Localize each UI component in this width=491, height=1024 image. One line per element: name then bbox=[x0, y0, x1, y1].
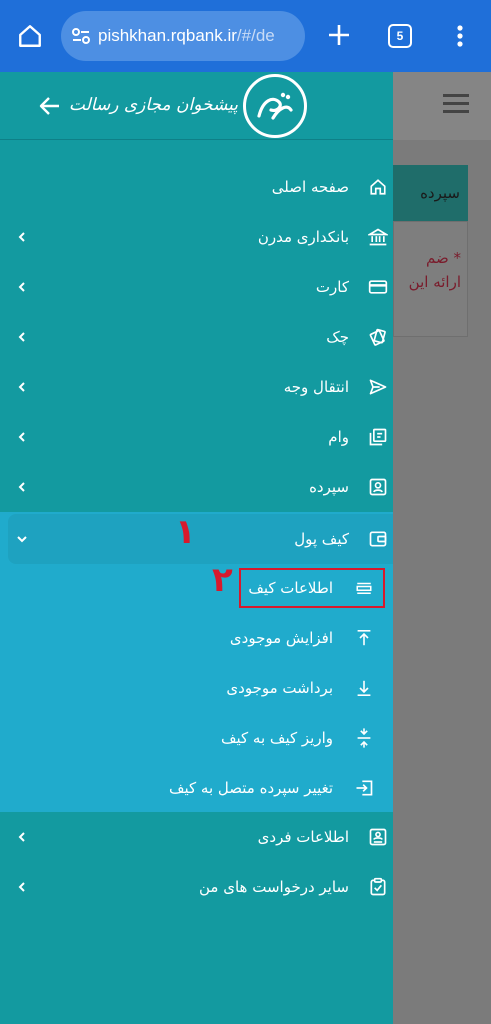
home-icon bbox=[366, 175, 390, 199]
background-note-line1: * ضم bbox=[426, 249, 461, 267]
chevron-left-icon bbox=[12, 327, 32, 347]
menu-item-label: کیف پول bbox=[294, 530, 349, 548]
home-icon[interactable] bbox=[14, 20, 46, 52]
back-arrow-icon[interactable] bbox=[36, 92, 64, 120]
tab-switcher-button[interactable]: 5 bbox=[388, 24, 412, 48]
annotation-step-1: ۱ bbox=[175, 512, 196, 552]
background-note-line2: ارائه این bbox=[408, 273, 461, 291]
submenu-item-withdraw-balance[interactable]: برداشت موجودی bbox=[0, 663, 393, 713]
menu-item-wallet[interactable]: کیف پول bbox=[0, 514, 393, 564]
submenu-item-change-linked-deposit[interactable]: تغییر سپرده متصل به کیف bbox=[0, 763, 393, 813]
deposit-icon bbox=[366, 475, 390, 499]
chevron-left-icon bbox=[12, 877, 32, 897]
menu-item-deposit[interactable]: سپرده bbox=[0, 462, 393, 512]
menu-item-personal-info[interactable]: اطلاعات فردی bbox=[0, 812, 393, 862]
cheque-icon bbox=[366, 325, 390, 349]
menu-item-label: بانکداری مدرن bbox=[257, 228, 349, 246]
menu-item-label: اطلاعات فردی bbox=[257, 828, 349, 846]
menu-item-label: سایر درخواست های من bbox=[199, 878, 349, 896]
address-bar[interactable]: pishkhan.rqbank.ir/#/de bbox=[61, 11, 305, 61]
menu-item-card[interactable]: کارت bbox=[0, 262, 393, 312]
wallet-icon bbox=[366, 527, 390, 551]
checklist-icon bbox=[366, 875, 390, 899]
menu-item-label: برداشت موجودی bbox=[226, 679, 333, 697]
menu-item-other-requests[interactable]: سایر درخواست های من bbox=[0, 862, 393, 912]
submenu-item-increase-balance[interactable]: افزایش موجودی bbox=[0, 613, 393, 663]
send-icon bbox=[366, 375, 390, 399]
logo-icon bbox=[243, 74, 307, 138]
login-icon bbox=[352, 776, 376, 800]
menu-item-label: تغییر سپرده متصل به کیف bbox=[168, 779, 333, 797]
chevron-down-icon bbox=[12, 529, 32, 549]
card-icon bbox=[366, 275, 390, 299]
menu-item-label: سپرده bbox=[309, 478, 349, 496]
chevron-left-icon bbox=[12, 227, 32, 247]
menu-item-loan[interactable]: وام bbox=[0, 412, 393, 462]
menu-item-label: انتقال وجه bbox=[283, 378, 349, 396]
menu-item-home[interactable]: صفحه اصلی bbox=[0, 162, 393, 212]
chevron-left-icon bbox=[12, 377, 32, 397]
background-page: سپرده * ضم ارائه این bbox=[393, 72, 491, 1024]
new-tab-icon[interactable] bbox=[322, 18, 356, 52]
menu-item-cheque[interactable]: چک bbox=[0, 312, 393, 362]
background-card-title: سپرده bbox=[393, 165, 468, 221]
menu-item-label: چک bbox=[326, 328, 349, 346]
chevron-left-icon bbox=[12, 277, 32, 297]
chevron-left-icon bbox=[12, 477, 32, 497]
chevron-left-icon bbox=[12, 427, 32, 447]
url-path: /#/de bbox=[236, 26, 275, 45]
drawer-header: پیشخوان مجازی رسالت bbox=[0, 72, 393, 140]
url-text: pishkhan.rqbank.ir/#/de bbox=[98, 26, 275, 46]
upload-icon bbox=[352, 626, 376, 650]
url-host: pishkhan.rqbank.ir bbox=[98, 26, 237, 45]
id-card-icon bbox=[366, 825, 390, 849]
background-header bbox=[393, 72, 491, 140]
site-settings-icon[interactable] bbox=[70, 25, 92, 47]
background-card: * ضم ارائه این bbox=[393, 221, 468, 337]
navigation-drawer: پیشخوان مجازی رسالت صفحه اصلی بانکداری م… bbox=[0, 72, 393, 1024]
download-icon bbox=[352, 676, 376, 700]
bank-icon bbox=[366, 225, 390, 249]
menu-item-label: افزایش موجودی bbox=[229, 629, 333, 647]
browser-toolbar: pishkhan.rqbank.ir/#/de 5 bbox=[0, 0, 491, 72]
logo-text: پیشخوان مجازی رسالت bbox=[68, 95, 238, 115]
chevron-left-icon bbox=[12, 827, 32, 847]
menu-item-label: واریز کیف به کیف bbox=[220, 729, 333, 747]
submenu-item-wallet-to-wallet[interactable]: واریز کیف به کیف bbox=[0, 713, 393, 763]
background-note: * ضم ارائه این bbox=[409, 246, 461, 294]
menu-item-label: صفحه اصلی bbox=[271, 178, 349, 196]
menu-item-money-transfer[interactable]: انتقال وجه bbox=[0, 362, 393, 412]
transfer-icon bbox=[352, 726, 376, 750]
menu-item-label: کارت bbox=[315, 278, 349, 296]
hamburger-icon bbox=[443, 94, 469, 118]
menu-item-label: وام bbox=[328, 428, 349, 446]
more-options-icon[interactable] bbox=[448, 20, 472, 52]
loan-icon bbox=[366, 425, 390, 449]
menu-item-modern-banking[interactable]: بانکداری مدرن bbox=[0, 212, 393, 262]
annotation-highlight-box bbox=[239, 568, 385, 608]
annotation-step-2: ۲ bbox=[212, 560, 233, 600]
